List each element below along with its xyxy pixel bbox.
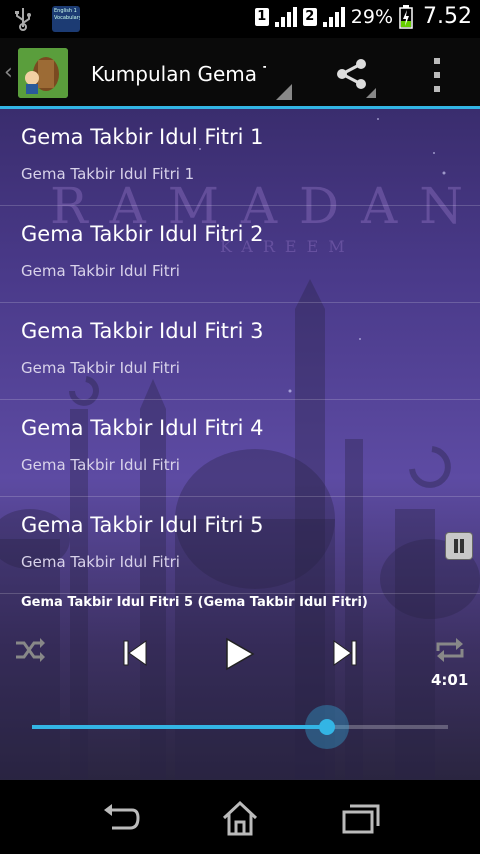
sim1-indicator: 1 (254, 7, 269, 26)
battery-charging-icon (399, 4, 413, 29)
song-subtitle: Gema Takbir Idul Fitri (21, 456, 180, 474)
song-subtitle: Gema Takbir Idul Fitri (21, 359, 180, 377)
list-item[interactable]: Gema Takbir Idul Fitri 1 Gema Takbir Idu… (0, 109, 480, 206)
song-title: Gema Takbir Idul Fitri 4 (21, 416, 264, 440)
list-item[interactable]: Gema Takbir Idul Fitri 4 Gema Takbir Idu… (0, 400, 480, 497)
repeat-icon[interactable] (434, 637, 466, 663)
battery-percent: 29% (350, 5, 394, 28)
song-title: Gema Takbir Idul Fitri 1 (21, 125, 264, 149)
song-title: Gema Takbir Idul Fitri 5 (21, 513, 264, 537)
now-playing-title: Gema Takbir Idul Fitri 5 (Gema Takbir Id… (21, 595, 368, 610)
previous-icon[interactable] (122, 639, 148, 667)
song-list: Gema Takbir Idul Fitri 1 Gema Takbir Idu… (0, 109, 480, 594)
song-subtitle: Gema Takbir Idul Fitri 1 (21, 165, 195, 183)
overflow-menu-icon[interactable] (432, 58, 442, 92)
shuffle-icon[interactable] (14, 637, 46, 663)
status-bar: English 1 Vocabulary 1 2 29% 7.52 (0, 0, 480, 38)
up-caret-icon[interactable]: ‹ (4, 60, 13, 85)
clock: 7.52 (423, 4, 472, 29)
next-icon[interactable] (332, 639, 358, 667)
item-pause-icon[interactable] (445, 532, 473, 560)
track-duration: 4:01 (431, 671, 469, 689)
list-item[interactable]: Gema Takbir Idul Fitri 2 Gema Takbir Idu… (0, 206, 480, 303)
share-icon[interactable] (334, 56, 370, 92)
play-icon[interactable] (224, 637, 256, 671)
recent-apps-icon[interactable] (340, 798, 380, 838)
title-spinner-indicator[interactable] (276, 84, 292, 100)
song-title: Gema Takbir Idul Fitri 3 (21, 319, 264, 343)
song-title: Gema Takbir Idul Fitri 2 (21, 222, 264, 246)
app-logo-image (18, 48, 68, 98)
seek-bar-progress (32, 725, 328, 729)
song-subtitle: Gema Takbir Idul Fitri (21, 553, 180, 571)
share-spinner-indicator (366, 88, 376, 98)
action-bar: ‹ Kumpulan Gema Takbir Idul Fitri (0, 38, 480, 108)
list-item[interactable]: Gema Takbir Idul Fitri 3 Gema Takbir Idu… (0, 303, 480, 400)
main-content: RAMADAN KAREEM Gema Takbir Idul Fitri 1 … (0, 109, 480, 780)
sim2-indicator: 2 (302, 7, 317, 26)
system-nav-bar (0, 780, 480, 854)
list-item[interactable]: Gema Takbir Idul Fitri 5 Gema Takbir Idu… (0, 497, 480, 594)
app-title: Kumpulan Gema Takbir Idul Fitri (91, 62, 266, 86)
app-logo[interactable] (18, 48, 68, 98)
back-icon[interactable] (100, 798, 140, 838)
home-icon[interactable] (220, 798, 260, 838)
usb-icon (15, 8, 31, 31)
notification-app-icon: English 1 Vocabulary (52, 6, 80, 32)
seek-bar[interactable] (32, 705, 448, 749)
signal2-icon (322, 6, 345, 27)
signal1-icon (274, 6, 297, 27)
song-subtitle: Gema Takbir Idul Fitri (21, 262, 180, 280)
